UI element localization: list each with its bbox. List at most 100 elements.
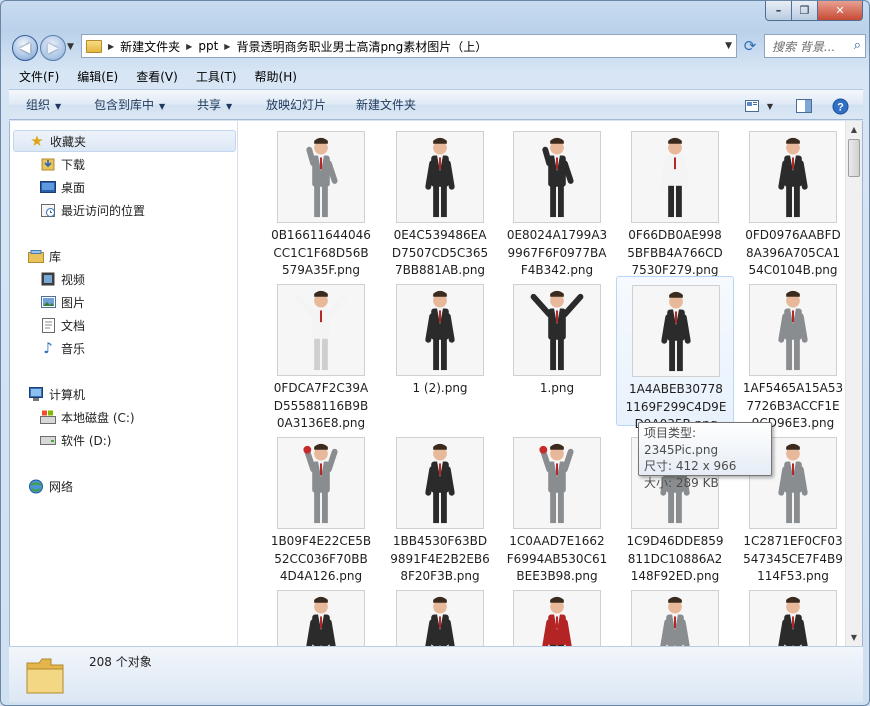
menu-tools[interactable]: 工具(T): [187, 67, 246, 87]
help-button[interactable]: ?: [830, 96, 850, 116]
nav-recent-places-label: 最近访问的位置: [61, 203, 146, 218]
nav-documents[interactable]: 文档: [40, 314, 85, 336]
vertical-scrollbar[interactable]: ▲ ▼: [845, 121, 862, 646]
nav-computer-label: 计算机: [49, 387, 86, 402]
recent-places-icon: [40, 202, 56, 218]
organize-button[interactable]: 组织 ▼: [26, 90, 61, 122]
include-library-button[interactable]: 包含到库中 ▼: [94, 90, 165, 122]
file-name: 0E4C539486EA D7507CD5C365 7BB881AB.png: [381, 227, 499, 280]
minimize-button[interactable]: –: [765, 1, 792, 21]
nav-documents-label: 文档: [61, 318, 86, 333]
nav-recent-places[interactable]: 最近访问的位置: [40, 199, 145, 221]
file-name: 1BB4530F63BD 9891F4E2B2EB6 8F20F3B.png: [381, 533, 499, 586]
file-name-line: 1C2871EF0CF03: [743, 534, 843, 548]
menu-help[interactable]: 帮助(H): [246, 67, 306, 87]
file-name-line: CC1C1F68D56B: [273, 245, 369, 260]
file-name-line: 0E4C539486EA: [393, 228, 487, 242]
file-tile[interactable]: 1B09F4E22CE5B 52CC036F70BB 4D4A126.png: [262, 429, 380, 583]
nav-pictures[interactable]: 图片: [40, 291, 85, 313]
file-tile[interactable]: 0E4C539486EA D7507CD5C365 7BB881AB.png: [381, 123, 499, 277]
chevron-down-icon: ▼: [55, 102, 62, 111]
person-figure: [425, 290, 455, 371]
back-button[interactable]: ◀: [12, 35, 38, 61]
nav-network-label: 网络: [49, 479, 74, 494]
file-tile[interactable]: 1A4ABEB307781169F299C4D9ED9A035B.png: [616, 276, 734, 431]
file-tile[interactable]: [498, 582, 616, 646]
nav-videos[interactable]: 视频: [40, 268, 85, 290]
file-tile[interactable]: 1BB4530F63BD 9891F4E2B2EB6 8F20F3B.png: [381, 429, 499, 583]
file-tile[interactable]: 0E8024A1799A3 9967F6F0977BA F4B342.png: [498, 123, 616, 277]
image-thumbnail: [277, 437, 365, 529]
nav-music[interactable]: ♪ 音乐: [40, 337, 85, 359]
file-tile[interactable]: 0FDCA7F2C39A D55588116B9B 0A3136E8.png: [262, 276, 380, 430]
nav-drive-d[interactable]: 软件 (D:): [40, 429, 111, 451]
new-folder-button[interactable]: 新建文件夹: [356, 90, 416, 121]
nav-network[interactable]: 网络: [28, 475, 73, 497]
maximize-button[interactable]: ❐: [792, 1, 818, 21]
nav-desktop[interactable]: 桌面: [40, 176, 85, 198]
file-name-line: 547345CE7F4B9: [743, 551, 843, 566]
nav-downloads[interactable]: 下载: [40, 153, 85, 175]
forward-button[interactable]: ▶: [40, 35, 66, 61]
preview-pane-button[interactable]: [794, 96, 814, 116]
image-thumbnail: [277, 284, 365, 376]
file-tile[interactable]: [381, 582, 499, 646]
breadcrumb-separator-icon[interactable]: ▶: [108, 42, 114, 51]
share-button[interactable]: 共享 ▼: [197, 90, 232, 122]
image-thumbnail: [513, 131, 601, 223]
file-name-line: 9891F4E2B2EB6: [390, 551, 490, 566]
file-tile[interactable]: [262, 582, 380, 646]
scroll-up-icon[interactable]: ▲: [846, 121, 862, 138]
file-tile[interactable]: [734, 582, 849, 646]
new-folder-label: 新建文件夹: [356, 98, 417, 112]
breadcrumb-separator-icon[interactable]: ▶: [224, 42, 230, 51]
slideshow-button[interactable]: 放映幻灯片: [266, 90, 326, 121]
breadcrumb-item[interactable]: 背景透明商务职业男士高清png素材图片（上）: [236, 38, 487, 55]
breadcrumb-separator-icon[interactable]: ▶: [186, 42, 192, 51]
tooltip-dimensions: 尺寸: 412 x 966: [644, 459, 737, 473]
image-thumbnail: [277, 590, 365, 646]
file-tile[interactable]: 1C0AAD7E1662 F6994AB530C61 BEE3B98.png: [498, 429, 616, 583]
file-name-line: 1AF5465A15A53: [742, 381, 844, 395]
file-tile[interactable]: 1.png: [498, 276, 616, 426]
file-tile[interactable]: [616, 582, 734, 646]
refresh-icon[interactable]: ⟳: [740, 35, 760, 57]
recent-pages-dropdown-icon[interactable]: ▼: [67, 42, 74, 52]
search-input[interactable]: 搜索 背景... ⌕: [764, 34, 866, 58]
back-arrow-icon: ◀: [19, 40, 31, 56]
close-button[interactable]: ✕: [818, 1, 863, 21]
file-name-line: 1C9D46DDE859: [626, 534, 724, 548]
menu-file[interactable]: 文件(F): [10, 67, 68, 87]
breadcrumb-item[interactable]: ppt: [198, 39, 218, 53]
menu-view[interactable]: 查看(V): [127, 67, 187, 87]
nav-drive-c[interactable]: 本地磁盘 (C:): [40, 406, 135, 428]
file-tile[interactable]: 1 (2).png: [381, 276, 499, 426]
address-dropdown-icon[interactable]: ▼: [725, 41, 732, 51]
scroll-down-icon[interactable]: ▼: [846, 629, 862, 646]
view-options-button[interactable]: ▼: [741, 96, 777, 116]
person-figure: [542, 596, 572, 646]
file-tooltip: 项目类型: 2345Pic.png 尺寸: 412 x 966 大小: 289 …: [638, 422, 772, 490]
address-bar[interactable]: ▶ 新建文件夹 ▶ ppt ▶ 背景透明商务职业男士高清png素材图片（上） ▼: [81, 34, 737, 58]
person-figure: [778, 137, 808, 218]
nav-favorites[interactable]: ★ 收藏夹: [13, 130, 236, 152]
nav-music-label: 音乐: [61, 341, 86, 356]
star-icon: ★: [30, 132, 44, 150]
folder-icon: [86, 39, 102, 53]
file-tile[interactable]: 0B16611644046 CC1C1F68D56B 579A35F.png: [262, 123, 380, 277]
nav-libraries[interactable]: 库: [28, 245, 61, 267]
image-thumbnail: [749, 284, 837, 376]
file-name-line: 9967F6F0977BA: [507, 245, 607, 260]
file-tile[interactable]: 0F66DB0AE998 5BFBB4A766CD 7530F279.png: [616, 123, 734, 277]
scrollbar-thumb[interactable]: [848, 139, 860, 177]
search-placeholder: 搜索 背景...: [772, 39, 836, 54]
file-tile[interactable]: 1AF5465A15A53 7726B3ACCF1E 9CD96E3.png: [734, 276, 849, 430]
help-icon: ?: [832, 98, 848, 114]
file-tile[interactable]: 0FD0976AABFD 8A396A705CA1 54C0104B.png: [734, 123, 849, 277]
breadcrumb-item[interactable]: 新建文件夹: [120, 38, 180, 55]
nav-computer[interactable]: 计算机: [28, 383, 85, 405]
search-icon[interactable]: ⌕: [854, 38, 861, 53]
file-name: 0FDCA7F2C39A D55588116B9B 0A3136E8.png: [262, 380, 380, 433]
folder-icon: [26, 658, 64, 694]
menu-edit[interactable]: 编辑(E): [68, 67, 127, 87]
